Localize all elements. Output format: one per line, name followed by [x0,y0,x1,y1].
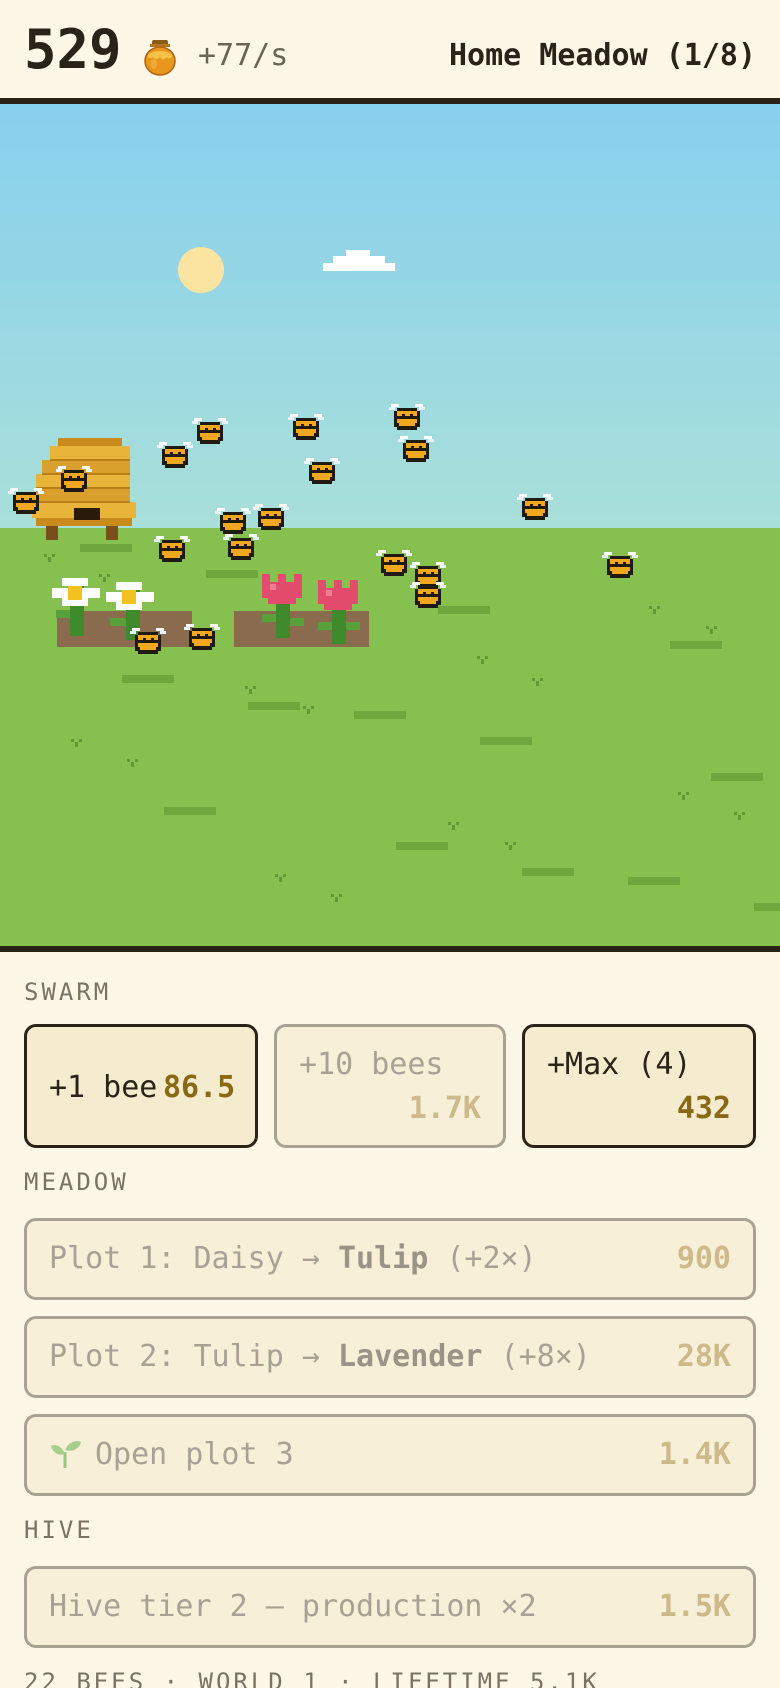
upgrade-plot-1-label: Plot 1: Daisy → Tulip (+2×) [49,1239,537,1279]
stats-footer: 22 BEES · WORLD 1 · LIFETIME 5.1K [24,1668,600,1688]
buy-10-bees-label: +10 bees [299,1047,444,1082]
honey-rate: +77/s [198,38,289,73]
buy-max-bees-label: +Max (4) [547,1047,692,1082]
upgrade-plot-1-target: Tulip [337,1241,429,1276]
open-plot-3-button[interactable]: Open plot 3 1.4K [24,1414,756,1496]
meadow-section-label: MEADOW [24,1168,129,1196]
upgrade-plot-1-suffix: (+2×) [428,1241,537,1276]
upgrade-plot-2-suffix: (+8×) [482,1339,591,1374]
upgrade-plot-1-button[interactable]: Plot 1: Daisy → Tulip (+2×) 900 [24,1218,756,1300]
upgrade-plot-2-cost: 28K [676,1339,731,1374]
open-plot-3-label: Open plot 3 [95,1437,294,1472]
hive-section-label: HIVE [24,1516,94,1544]
buy-1-bee-button[interactable]: +1 bee 86.5 [24,1024,258,1148]
sun [178,247,224,293]
hive-upgrade-label: Hive tier 2 — production ×2 [49,1589,537,1624]
open-plot-3-cost: 1.4K [658,1437,731,1472]
buy-10-bees-button[interactable]: +10 bees 1.7K [274,1024,506,1148]
upgrade-plot-2-button[interactable]: Plot 2: Tulip → Lavender (+8×) 28K [24,1316,756,1398]
swarm-section-label: SWARM [24,978,112,1006]
open-plot-3-label-wrap: Open plot 3 [49,1435,294,1475]
buy-10-bees-cost: 1.7K [408,1091,481,1126]
upgrade-plot-2-label: Plot 2: Tulip → Lavender (+8×) [49,1337,591,1377]
buy-max-bees-cost: 432 [676,1091,731,1126]
honey-count: 529 [24,18,122,81]
hive-upgrade-cost: 1.5K [658,1589,731,1624]
scene-divider [0,946,780,952]
seedling-icon [51,1440,81,1468]
world-name: Home Meadow (1/8) [448,38,756,73]
meadow-scene[interactable] [0,104,780,947]
hive-upgrade-button[interactable]: Hive tier 2 — production ×2 1.5K [24,1566,756,1648]
upgrade-plot-2-prefix: Plot 2: Tulip → [49,1339,338,1374]
top-bar: 529 +77/s Home Meadow (1/8) [0,0,780,104]
upgrade-plot-1-cost: 900 [676,1241,731,1276]
buy-1-bee-cost: 86.5 [163,1070,236,1105]
upgrade-plot-1-prefix: Plot 1: Daisy → [49,1241,338,1276]
honey-pot-icon [144,40,176,76]
game-screen: 529 +77/s Home Meadow (1/8) SWARM +1 bee… [0,0,780,1688]
buy-1-bee-label: +1 bee [49,1070,158,1105]
buy-max-bees-button[interactable]: +Max (4) 432 [522,1024,756,1148]
upgrade-plot-2-target: Lavender [337,1339,483,1374]
